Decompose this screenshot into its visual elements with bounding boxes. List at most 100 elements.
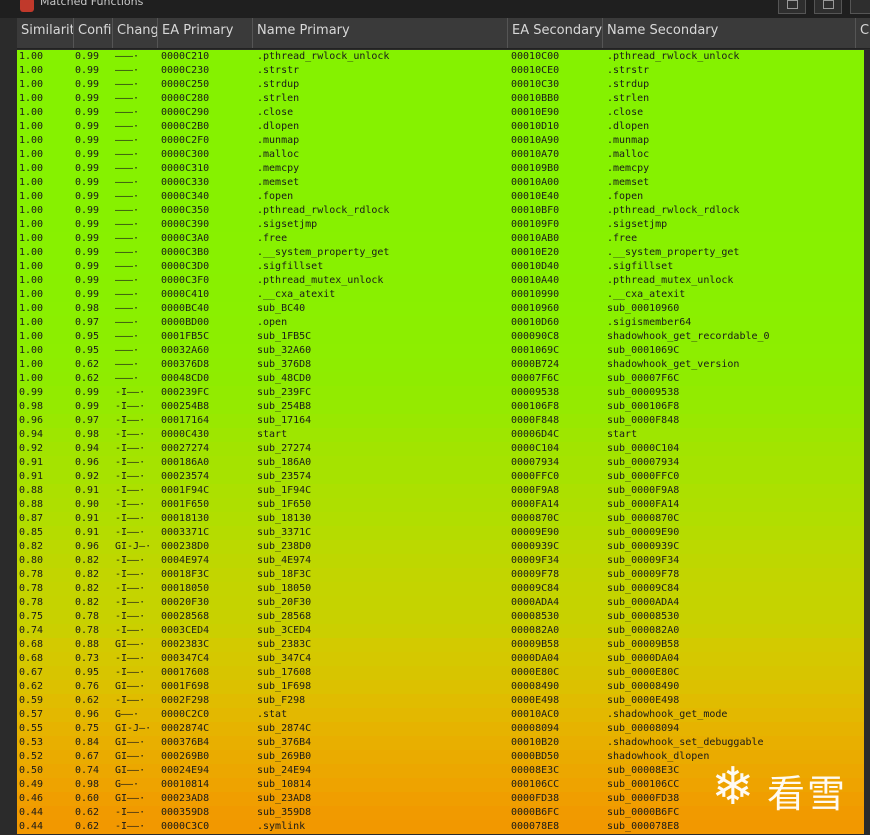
table-row[interactable]: 1.00 0.99 ———· 0000C230 .strstr 00010CE0 .strs… — [17, 64, 864, 78]
name-primary-cell: sub_32A60 — [257, 345, 312, 356]
table-row[interactable]: 0.78 0.82 -I——· 00020F30 sub_20F30 0000ADA4 su… — [17, 596, 864, 610]
table-row[interactable]: 1.00 0.99 ———· 0000C3B0 .__system_property_g… — [17, 246, 864, 260]
change-cell: ———· — [115, 289, 140, 300]
table-row[interactable]: 1.00 0.99 ———· 0000C2B0 .dlopen 00010D10 .dlop… — [17, 120, 864, 134]
table-row[interactable]: 1.00 0.99 ———· 0000C310 .memcpy 000109B0 .memc… — [17, 162, 864, 176]
ea-primary-cell: 0000BD00 — [161, 317, 210, 328]
table-row[interactable]: 1.00 0.99 ———· 0000C340 .fopen 00010E40 .fopen — [17, 190, 864, 204]
table-row[interactable]: 1.00 0.98 ———· 0000BC40 sub_BC40 00010960 sub_… — [17, 302, 864, 316]
column-header-name-secondary[interactable]: Name Secondary — [603, 18, 856, 48]
column-header-confidence[interactable]: Confi — [74, 18, 113, 48]
table-row[interactable]: 0.68 0.88 GI——· 0002383C sub_2383C 00009B58 su… — [17, 638, 864, 652]
similarity-cell: 0.78 — [19, 583, 44, 594]
table-row[interactable]: 0.88 0.91 -I——· 0001F94C sub_1F94C 0000F9A8 su… — [17, 484, 864, 498]
close-button[interactable] — [850, 0, 870, 14]
table-row[interactable]: 1.00 0.99 ———· 0000C330 .memset 00010A00 .mems… — [17, 176, 864, 190]
column-header-name-primary[interactable]: Name Primary — [253, 18, 508, 48]
table-row[interactable]: 1.00 0.99 ———· 0000C350 .pthread_rwlock_rdlo… — [17, 204, 864, 218]
confidence-cell: 0.99 — [75, 121, 100, 132]
table-row[interactable]: 0.57 0.96 G——· 0000C2C0 .stat 00010AC0 .shadow… — [17, 708, 864, 722]
confidence-cell: 0.82 — [75, 555, 100, 566]
change-cell: ———· — [115, 345, 140, 356]
column-header-change[interactable]: Change — [113, 18, 158, 48]
change-cell: -I——· — [115, 429, 146, 440]
ea-secondary-cell: 0000B724 — [511, 359, 560, 370]
ea-primary-cell: 0000C290 — [161, 107, 210, 118]
table-row[interactable]: 0.68 0.73 -I——· 000347C4 sub_347C4 0000DA04 su… — [17, 652, 864, 666]
table-row[interactable]: 1.00 0.99 ———· 0000C280 .strlen 00010BB0 .strl… — [17, 92, 864, 106]
table-row[interactable]: 0.55 0.75 GI-J—· 0002874C sub_2874C 00008094 s… — [17, 722, 864, 736]
table-row[interactable]: 0.99 0.99 -I——· 000239FC sub_239FC 00009538 su… — [17, 386, 864, 400]
table-row[interactable]: 0.94 0.98 -I——· 0000C430 start 00006D4C start — [17, 428, 864, 442]
name-primary-cell: .strstr — [257, 65, 300, 76]
ea-secondary-cell: 000106CC — [511, 779, 560, 790]
ea-secondary-cell: 00010D60 — [511, 317, 560, 328]
table-row[interactable]: 1.00 0.99 ———· 0000C410 .__cxa_atexit 0001099… — [17, 288, 864, 302]
table-row[interactable]: 0.59 0.62 -I——· 0002F298 sub_F298 0000E498 sub… — [17, 694, 864, 708]
table-row[interactable]: 1.00 0.99 ———· 0000C2F0 .munmap 00010A90 .munm… — [17, 134, 864, 148]
table-row[interactable]: 1.00 0.99 ———· 0000C300 .malloc 00010A70 .mall… — [17, 148, 864, 162]
confidence-cell: 0.95 — [75, 345, 100, 356]
ea-secondary-cell: 000109F0 — [511, 219, 560, 230]
table-row[interactable]: 1.00 0.99 ———· 0000C210 .pthread_rwlock_unlo… — [17, 50, 864, 64]
column-header-ea-secondary[interactable]: EA Secondary — [508, 18, 603, 48]
table-row[interactable]: 0.88 0.90 -I——· 0001F650 sub_1F650 0000FA14 su… — [17, 498, 864, 512]
table-row[interactable]: 0.92 0.94 -I——· 00027274 sub_27274 0000C104 su… — [17, 442, 864, 456]
change-cell: -I——· — [115, 499, 146, 510]
table-row[interactable]: 1.00 0.99 ———· 0000C390 .sigsetjmp 000109F0 .s… — [17, 218, 864, 232]
table-row[interactable]: 1.00 0.99 ———· 0000C3D0 .sigfillset 00010D40.… — [17, 260, 864, 274]
name-secondary-cell: sub_00008490 — [607, 681, 680, 692]
table-row[interactable]: 0.75 0.78 -I——· 00028568 sub_28568 00008530 su… — [17, 610, 864, 624]
table-row[interactable]: 0.91 0.96 -I——· 000186A0 sub_186A0 00007934 su… — [17, 456, 864, 470]
name-secondary-cell: .munmap — [607, 135, 650, 146]
vertical-scrollbar[interactable] — [864, 50, 870, 835]
table-row[interactable]: 0.62 0.76 GI——· 0001F698 sub_1F698 00008490 su… — [17, 680, 864, 694]
table-row[interactable]: 0.78 0.82 -I——· 00018F3C sub_18F3C 00009F78 su… — [17, 568, 864, 582]
table-row[interactable]: 0.85 0.91 -I——· 0003371C sub_3371C 00009E90 su… — [17, 526, 864, 540]
ea-primary-cell: 0003CED4 — [161, 625, 210, 636]
ea-primary-cell: 000376D8 — [161, 359, 210, 370]
table-row[interactable]: 1.00 0.99 ———· 0000C250 .strdup 00010C30 .strd… — [17, 78, 864, 92]
table-row[interactable]: 1.00 0.99 ———· 0000C290 .close 00010E90 .close — [17, 106, 864, 120]
minimize-button[interactable] — [778, 0, 806, 14]
table-row[interactable]: 1.00 0.95 ———· 00032A60 sub_32A60 0001069C sub… — [17, 344, 864, 358]
similarity-cell: 0.92 — [19, 443, 44, 454]
table-row[interactable]: 0.82 0.96 GI-J—· 000238D0 sub_238D0 0000939C s… — [17, 540, 864, 554]
ea-secondary-cell: 00008490 — [511, 681, 560, 692]
table-row[interactable]: 1.00 0.62 ———· 000376D8 sub_376D8 0000B724 sha… — [17, 358, 864, 372]
table-row[interactable]: 1.00 0.99 ———· 0000C3A0 .free 00010AB0 .free — [17, 232, 864, 246]
table-row[interactable]: 0.98 0.99 -I——· 000254B8 sub_254B8 000106F8 su… — [17, 400, 864, 414]
column-header-similarity[interactable]: Similarit — [17, 18, 74, 48]
table-row[interactable]: 1.00 0.95 ———· 0001FB5C sub_1FB5C 000090C8 sha… — [17, 330, 864, 344]
table-row[interactable]: 0.91 0.92 -I——· 00023574 sub_23574 0000FFC0 su… — [17, 470, 864, 484]
confidence-cell: 0.99 — [75, 387, 100, 398]
ea-secondary-cell: 00010D40 — [511, 261, 560, 272]
name-primary-cell: sub_28568 — [257, 611, 312, 622]
similarity-cell: 0.78 — [19, 569, 44, 580]
change-cell: ———· — [115, 65, 140, 76]
maximize-button[interactable] — [814, 0, 842, 14]
column-header-ea-primary[interactable]: EA Primary — [158, 18, 253, 48]
table-row[interactable]: 0.78 0.82 -I——· 00018050 sub_18050 00009C84 su… — [17, 582, 864, 596]
table-row[interactable]: 1.00 0.62 ———· 00048CD0 sub_48CD0 00007F6C sub… — [17, 372, 864, 386]
column-header-extra[interactable]: C — [856, 18, 870, 48]
table-row[interactable]: 0.53 0.84 GI——· 000376B4 sub_376B4 00010B20 .s… — [17, 736, 864, 750]
confidence-cell: 0.99 — [75, 177, 100, 188]
name-primary-cell: sub_17164 — [257, 415, 312, 426]
name-secondary-cell: sub_0000E498 — [607, 695, 680, 706]
similarity-cell: 1.00 — [19, 163, 44, 174]
table-row[interactable]: 0.44 0.62 -I——· 0000C3C0 .symlink 000078E8 sub… — [17, 820, 864, 834]
change-cell: -I——· — [115, 821, 146, 832]
ea-secondary-cell: 00010E90 — [511, 107, 560, 118]
table-row[interactable]: 1.00 0.97 ———· 0000BD00 .open 00010D60 .sigism… — [17, 316, 864, 330]
name-primary-cell: sub_1FB5C — [257, 331, 312, 342]
table-row[interactable]: 1.00 0.99 ———· 0000C3F0 .pthread_mutex_unloc… — [17, 274, 864, 288]
name-secondary-cell: .malloc — [607, 149, 650, 160]
table-row[interactable]: 0.87 0.91 -I——· 00018130 sub_18130 0000870C su… — [17, 512, 864, 526]
table-row[interactable]: 0.80 0.82 -I——· 0004E974 sub_4E974 00009F34 su… — [17, 554, 864, 568]
name-secondary-cell: .pthread_mutex_unlock — [607, 275, 734, 286]
table-row[interactable]: 0.67 0.95 -I——· 00017608 sub_17608 0000E80C su… — [17, 666, 864, 680]
ea-primary-cell: 0000C280 — [161, 93, 210, 104]
table-row[interactable]: 0.74 0.78 -I——· 0003CED4 sub_3CED4 000082A0 su… — [17, 624, 864, 638]
table-row[interactable]: 0.96 0.97 -I——· 00017164 sub_17164 0000F848 su… — [17, 414, 864, 428]
